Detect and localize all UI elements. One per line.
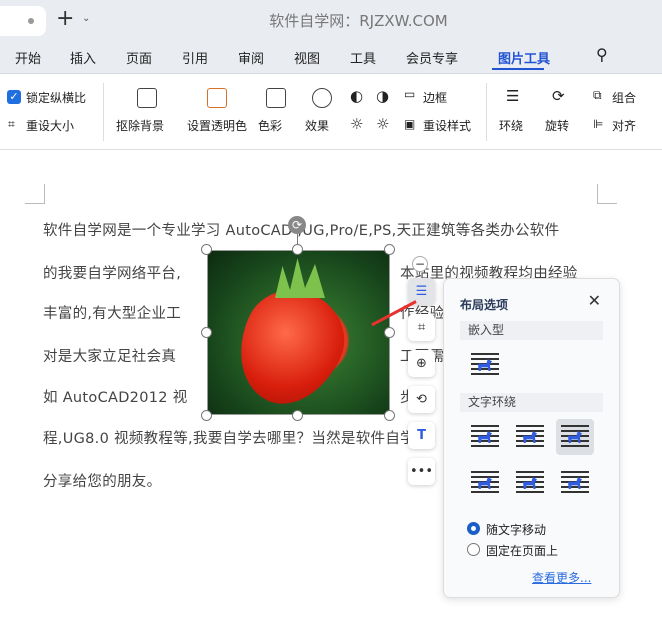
menu-page[interactable]: 页面 xyxy=(126,48,152,67)
wrap-inline-option[interactable] xyxy=(466,347,504,383)
menu-bar: 开始 插入 页面 引用 审阅 视图 工具 会员专享 图片工具 ⚲ xyxy=(0,40,662,74)
wrap-square-option[interactable] xyxy=(466,419,504,455)
remove-bg-button[interactable]: 抠除背景 xyxy=(116,117,164,134)
text-line[interactable]: 分享给您的朋友。 xyxy=(43,470,161,491)
rotate-image-icon[interactable]: ⟲ xyxy=(408,386,435,413)
color-icon[interactable] xyxy=(266,88,286,108)
set-transparent-button[interactable]: 设置透明色 xyxy=(187,117,247,134)
menu-review[interactable]: 审阅 xyxy=(238,48,264,67)
menu-view[interactable]: 视图 xyxy=(294,48,320,67)
inline-section-header: 嵌入型 xyxy=(460,321,603,340)
resize-handle[interactable] xyxy=(201,244,212,255)
wrap-through-option[interactable] xyxy=(556,465,594,501)
border-icon[interactable]: ▭ xyxy=(404,87,415,101)
wrap-button[interactable]: 环绕 xyxy=(499,117,523,134)
lock-ratio-checkbox[interactable]: ✓ xyxy=(7,90,21,104)
border-button[interactable]: 边框 xyxy=(423,89,447,106)
extract-text-icon[interactable]: T xyxy=(408,422,435,449)
resize-handle[interactable] xyxy=(384,410,395,421)
wrap-icon[interactable]: ☰ xyxy=(506,87,519,105)
reset-style-button[interactable]: 重设样式 xyxy=(423,117,471,134)
text-line[interactable]: 丰富的,有大型企业工 xyxy=(43,302,181,323)
close-icon[interactable]: ✕ xyxy=(588,291,601,310)
window-title: 软件自学网：RJZXW.COM xyxy=(269,12,448,30)
margin-corner xyxy=(25,184,45,204)
group-icon[interactable]: ⧉ xyxy=(593,88,602,103)
menu-tools[interactable]: 工具 xyxy=(350,48,376,67)
ribbon: 锁定纵横比 ⌗ 重设大小 抠除背景 设置透明色 色彩 效果 ◐ ◑ ☼ ☼ ▭ … xyxy=(0,75,662,150)
divider xyxy=(486,83,487,141)
wrap-behind-text-option[interactable] xyxy=(556,419,594,455)
brightness-down-icon[interactable]: ☼ xyxy=(376,115,389,133)
resize-handle[interactable] xyxy=(384,327,395,338)
resize-handle[interactable] xyxy=(201,410,212,421)
resize-handle[interactable] xyxy=(292,244,303,255)
fix-on-page-radio[interactable] xyxy=(467,543,480,556)
reset-style-icon[interactable]: ▣ xyxy=(404,117,415,131)
reset-size-button[interactable]: 重设大小 xyxy=(26,117,74,134)
menu-home[interactable]: 开始 xyxy=(15,48,41,67)
color-button[interactable]: 色彩 xyxy=(258,117,282,134)
wrap-tight-option[interactable] xyxy=(511,419,549,455)
menu-picture-tools[interactable]: 图片工具 xyxy=(498,48,550,67)
menu-member[interactable]: 会员专享 xyxy=(406,48,458,67)
collapse-toolbar-icon[interactable]: − xyxy=(412,256,428,272)
effects-button[interactable]: 效果 xyxy=(305,117,329,134)
more-icon[interactable]: ••• xyxy=(408,458,435,485)
rotate-handle-icon[interactable]: ⟳ xyxy=(288,216,306,234)
wrap-section-header: 文字环绕 xyxy=(460,393,603,412)
menu-reference[interactable]: 引用 xyxy=(182,48,208,67)
text-line[interactable]: 对是大家立足社会真 xyxy=(43,345,176,366)
move-with-text-radio[interactable] xyxy=(467,522,480,535)
text-line[interactable]: 程,UG8.0 视频教程等,我要自学去哪里？当然是软件自学网 xyxy=(43,427,430,448)
layout-options-panel: 布局选项 ✕ 嵌入型 文字环绕 随文字移动 固定在页面上 查看更多... xyxy=(443,278,620,598)
align-button[interactable]: 对齐 xyxy=(612,117,636,134)
see-more-link[interactable]: 查看更多... xyxy=(532,569,591,586)
align-icon[interactable]: ⊫ xyxy=(593,117,603,131)
effects-icon[interactable] xyxy=(312,88,332,108)
margin-corner xyxy=(597,184,617,204)
contrast-up-icon[interactable]: ◐ xyxy=(350,87,363,105)
crop-icon[interactable]: ⌗ xyxy=(408,314,435,341)
panel-title: 布局选项 xyxy=(460,298,509,312)
contrast-down-icon[interactable]: ◑ xyxy=(376,87,389,105)
text-line[interactable]: 的我要自学网络平台, xyxy=(43,262,181,283)
transparent-color-icon[interactable] xyxy=(207,88,227,108)
brightness-up-icon[interactable]: ☼ xyxy=(350,115,363,133)
resize-handle[interactable] xyxy=(201,327,212,338)
divider xyxy=(103,83,104,141)
reset-size-icon[interactable]: ⌗ xyxy=(8,117,15,132)
active-tab-underline xyxy=(492,68,544,70)
text-line[interactable]: 如 AutoCAD2012 视 xyxy=(43,386,188,407)
wrap-top-bottom-option[interactable] xyxy=(466,465,504,501)
lock-ratio-label: 锁定纵横比 xyxy=(26,91,87,105)
rotate-icon[interactable]: ⟳ xyxy=(552,87,565,105)
resize-handle[interactable] xyxy=(292,410,303,421)
rotate-button[interactable]: 旋转 xyxy=(545,117,569,134)
wrap-in-front-option[interactable] xyxy=(511,465,549,501)
zoom-in-icon[interactable]: ⊕ xyxy=(408,350,435,377)
search-icon[interactable]: ⚲ xyxy=(596,45,608,64)
fix-on-page-label[interactable]: 固定在页面上 xyxy=(486,542,558,559)
menu-insert[interactable]: 插入 xyxy=(70,48,96,67)
resize-handle[interactable] xyxy=(384,244,395,255)
move-with-text-label[interactable]: 随文字移动 xyxy=(486,521,546,538)
group-button[interactable]: 组合 xyxy=(612,89,636,106)
remove-bg-icon[interactable] xyxy=(137,88,157,108)
